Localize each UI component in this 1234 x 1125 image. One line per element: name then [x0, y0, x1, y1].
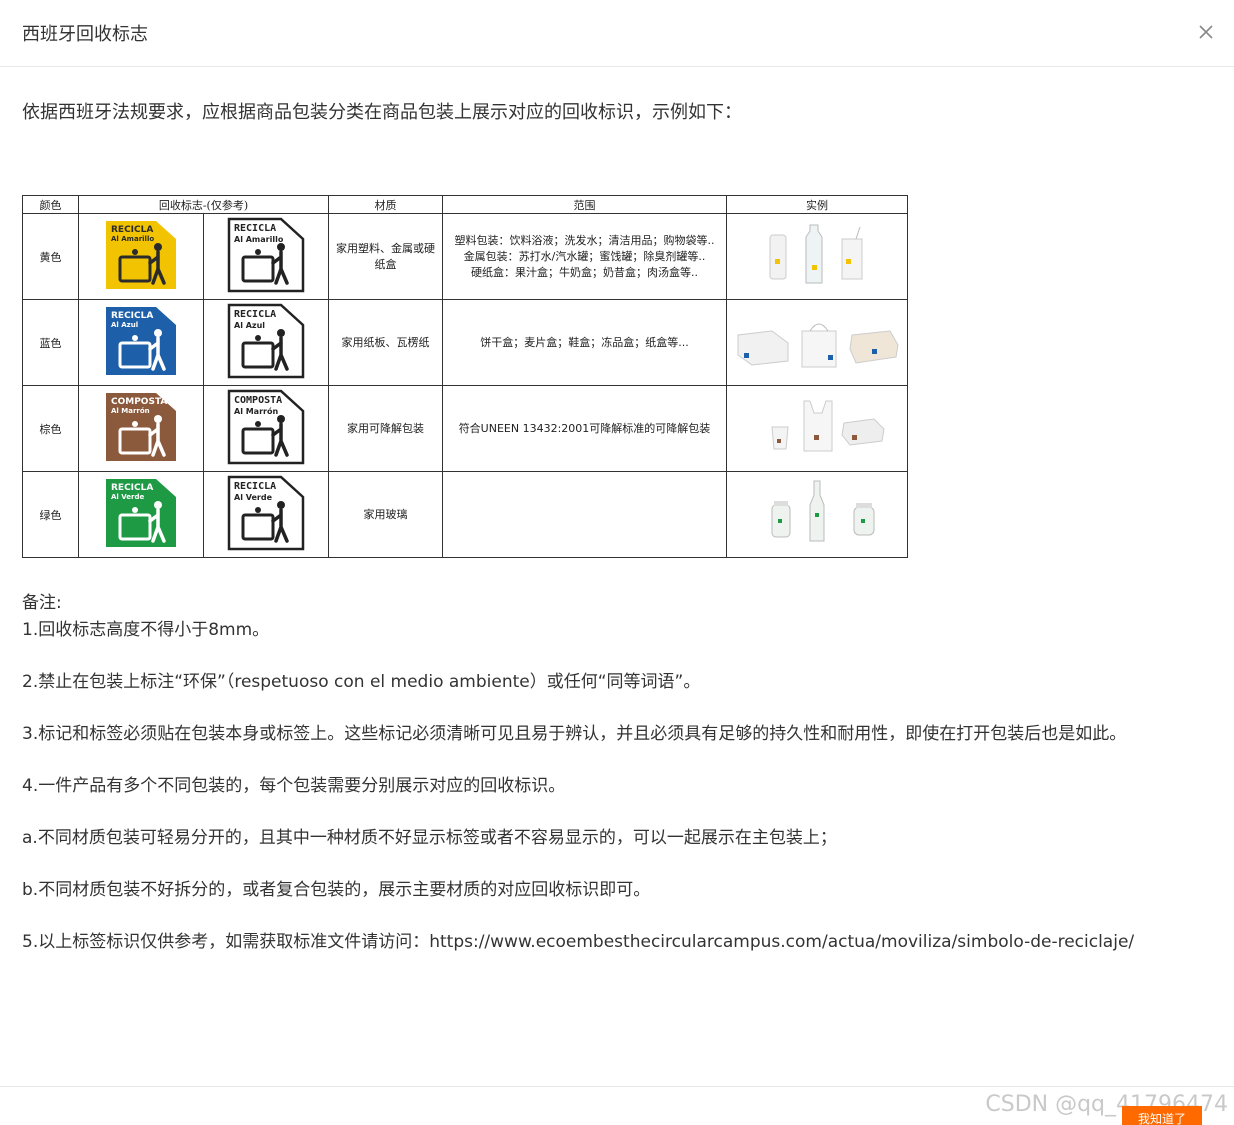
note-2: 2.禁止在包装上标注“环保”（respetuoso con el medio a… [22, 672, 701, 692]
dialog-footer [0, 1086, 1234, 1087]
example-image [726, 213, 908, 300]
recycle-logo-color-0: RECICLAAl Amarillo [106, 221, 176, 289]
logo-bw-line1: RECICLA [234, 481, 276, 492]
table-row: 蓝色 RECICLA Al Azul RECICLA Al Azul 家用纸板、瓦楞纸 饼干… [22, 299, 908, 386]
dialog-title: 西班牙回收标志 [22, 24, 148, 45]
logo-color-cell: COMPOSTA Al Marrón [78, 385, 204, 472]
example-image [726, 385, 908, 472]
header-example: 实例 [726, 195, 908, 214]
scope-line: 硬纸盒：果汁盒；牛奶盒；奶昔盒；肉汤盒等.. [471, 265, 698, 279]
logo-line2: Al Verde [111, 493, 144, 501]
logo-bw-line2: Al Amarillo [234, 235, 284, 244]
logo-line2: Al Azul [111, 321, 138, 329]
recycling-table: 颜色 回收标志-(仅参考) 材质 范围 实例 黄色 RECICLA Al Amari… [22, 195, 908, 558]
logo-line2: Al Amarillo [111, 235, 154, 243]
color-name: 蓝色 [22, 299, 79, 386]
note-5: 5.以上标签标识仅供参考，如需获取标准文件请访问：https://www.eco… [22, 932, 1135, 952]
logo-bw-cell: RECICLA Al Amarillo [203, 213, 329, 300]
material: 家用塑料、金属或硬纸盒 [328, 213, 443, 300]
logo-bw-line2: Al Verde [234, 493, 273, 502]
intro-text: 依据西班牙法规要求，应根据商品包装分类在商品包装上展示对应的回收标识，示例如下： [22, 102, 742, 123]
header-scope: 范围 [442, 195, 727, 214]
recycle-logo-bw-0: RECICLAAl Amarillo [227, 217, 305, 293]
notes: 备注: 1.回收标志高度不得小于8mm。 2.禁止在包装上标注“环保”（resp… [22, 590, 1152, 956]
color-name: 棕色 [22, 385, 79, 472]
scope-cell: 塑料包装：饮料浴液；洗发水；清洁用品；购物袋等.. 金属包装：苏打水/汽水罐；蜜饯… [442, 213, 727, 300]
note-3: 3.标记和标签必须贴在包装本身或标签上。这些标记必须清晰可见且易于辨认，并且必须… [22, 724, 1127, 744]
logo-line1: COMPOSTA [111, 397, 167, 407]
scope-line: 塑料包装：饮料浴液；洗发水；清洁用品；购物袋等.. [454, 233, 715, 247]
logo-line1: RECICLA [111, 225, 153, 235]
material: 家用玻璃 [328, 471, 443, 558]
logo-bw-line1: RECICLA [234, 309, 276, 320]
material: 家用纸板、瓦楞纸 [328, 299, 443, 386]
scope-cell: 饼干盒；麦片盒；鞋盒；冻品盒；纸盒等... [442, 299, 727, 386]
logo-line2: Al Marrón [111, 407, 150, 415]
note-1: 1.回收标志高度不得小于8mm。 [22, 620, 270, 640]
scope-line: 符合UNEEN 13432:2001可降解标准的可降解包装 [458, 421, 711, 435]
header-material: 材质 [328, 195, 443, 214]
recycle-logo-color-2: COMPOSTAAl Marrón [106, 393, 176, 461]
table-row: 绿色 RECICLA Al Verde RECICLA Al Verde 家用玻璃 [22, 471, 908, 558]
material: 家用可降解包装 [328, 385, 443, 472]
table-header-row: 颜色 回收标志-(仅参考) 材质 范围 实例 [22, 195, 908, 214]
example-image [726, 471, 908, 558]
color-name: 绿色 [22, 471, 79, 558]
recycle-logo-bw-1: RECICLAAl Azul [227, 303, 305, 379]
logo-bw-line1: RECICLA [234, 223, 276, 234]
recycle-logo-bw-3: RECICLAAl Verde [227, 475, 305, 551]
got-it-button[interactable]: 我知道了 [1122, 1106, 1202, 1125]
scope-line: 金属包装：苏打水/汽水罐；蜜饯罐；除臭剂罐等.. [463, 249, 706, 263]
scope-cell: 符合UNEEN 13432:2001可降解标准的可降解包装 [442, 385, 727, 472]
header-logo: 回收标志-(仅参考) [78, 195, 329, 214]
recycle-logo-color-3: RECICLAAl Verde [106, 479, 176, 547]
notes-heading: 备注: [22, 593, 62, 613]
logo-color-cell: RECICLA Al Amarillo [78, 213, 204, 300]
example-image [726, 299, 908, 386]
logo-color-cell: RECICLA Al Azul [78, 299, 204, 386]
header-color: 颜色 [22, 195, 79, 214]
logo-bw-line1: COMPOSTA [234, 395, 282, 406]
logo-bw-cell: COMPOSTA Al Marrón [203, 385, 329, 472]
table-row: 黄色 RECICLA Al Amarillo RECICLA Al Amarillo 家用… [22, 213, 908, 300]
logo-bw-line2: Al Marrón [234, 406, 278, 416]
logo-bw-cell: RECICLA Al Verde [203, 471, 329, 558]
note-a: a.不同材质包装可轻易分开的，且其中一种材质不好显示标签或者不容易显示的，可以一… [22, 828, 837, 848]
color-name: 黄色 [22, 213, 79, 300]
logo-color-cell: RECICLA Al Verde [78, 471, 204, 558]
table-row: 棕色 COMPOSTA Al Marrón COMPOSTA Al Marrón 家用可降… [22, 385, 908, 472]
recycle-logo-color-1: RECICLAAl Azul [106, 307, 176, 375]
note-4: 4.一件产品有多个不同包装的，每个包装需要分别展示对应的回收标识。 [22, 776, 566, 796]
logo-bw-line2: Al Azul [234, 321, 265, 330]
logo-line1: RECICLA [111, 483, 153, 493]
scope-cell [442, 471, 727, 558]
logo-line1: RECICLA [111, 311, 153, 321]
note-b: b.不同材质包装不好拆分的，或者复合包装的，展示主要材质的对应回收标识即可。 [22, 880, 651, 900]
recycle-logo-bw-2: COMPOSTAAl Marrón [227, 389, 305, 465]
close-icon[interactable] [1196, 22, 1216, 42]
scope-line: 饼干盒；麦片盒；鞋盒；冻品盒；纸盒等... [480, 335, 689, 349]
logo-bw-cell: RECICLA Al Azul [203, 299, 329, 386]
dialog-header: 西班牙回收标志 [0, 0, 1234, 67]
